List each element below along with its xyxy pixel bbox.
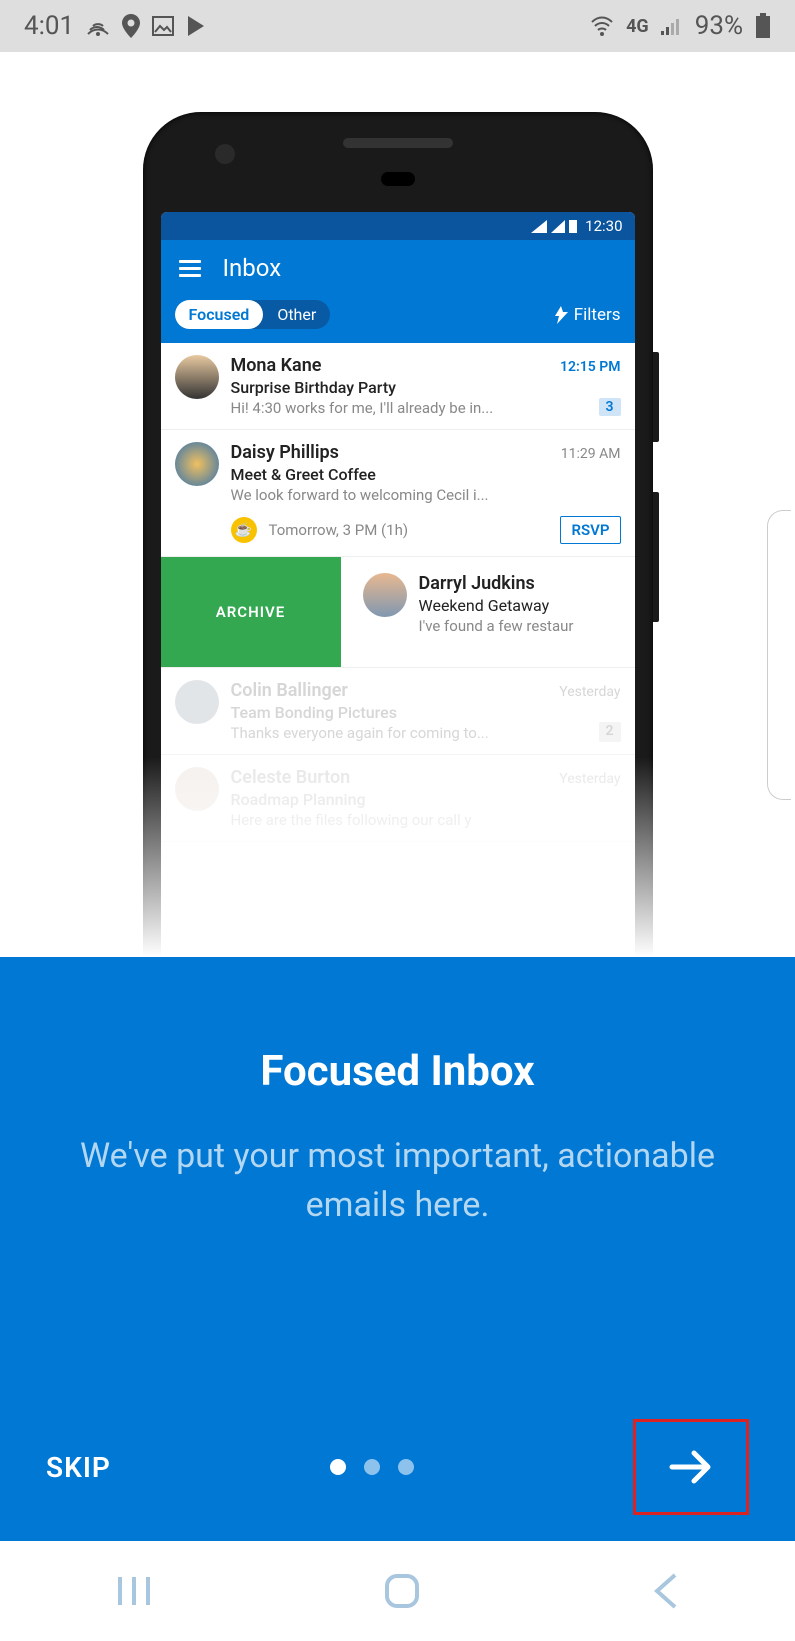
email-time: Yesterday bbox=[559, 684, 620, 700]
onboarding-title: Focused Inbox bbox=[260, 1047, 534, 1096]
archive-action[interactable]: ARCHIVE bbox=[161, 557, 341, 667]
event-time: Tomorrow, 3 PM (1h) bbox=[269, 521, 409, 539]
preview-line: Hi! 4:30 works for me, I'll already be i… bbox=[231, 399, 591, 417]
filters-button[interactable]: Filters bbox=[555, 305, 621, 325]
soft-nav-bar bbox=[0, 1541, 795, 1641]
email-time: Yesterday bbox=[559, 771, 620, 787]
home-button[interactable] bbox=[382, 1571, 422, 1611]
sender: Celeste Burton bbox=[231, 767, 351, 788]
mock-clock: 12:30 bbox=[585, 217, 622, 235]
rsvp-button[interactable]: RSVP bbox=[560, 516, 620, 544]
avatar bbox=[175, 442, 219, 486]
count-badge: 3 bbox=[599, 398, 621, 416]
preview-line: Thanks everyone again for coming to... bbox=[231, 724, 591, 742]
page-dot bbox=[364, 1459, 380, 1475]
hamburger-icon[interactable] bbox=[179, 260, 201, 277]
back-button[interactable] bbox=[651, 1571, 681, 1611]
preview-line: I've found a few restaur bbox=[419, 617, 625, 635]
sender: Daisy Phillips bbox=[231, 442, 339, 463]
image-icon bbox=[152, 16, 174, 36]
preview-line: Here are the files following our call y bbox=[231, 811, 621, 829]
skip-button[interactable]: SKIP bbox=[46, 1451, 111, 1484]
play-store-icon bbox=[186, 15, 206, 37]
email-item[interactable]: Daisy Phillips 11:29 AM Meet & Greet Cof… bbox=[161, 430, 635, 557]
onboarding-panel: Focused Inbox We've put your most import… bbox=[0, 957, 795, 1541]
page-dot bbox=[398, 1459, 414, 1475]
network-type: 4G bbox=[626, 16, 649, 37]
email-item[interactable]: Mona Kane 12:15 PM Surprise Birthday Par… bbox=[161, 343, 635, 430]
page-dot bbox=[330, 1459, 346, 1475]
wifi-icon bbox=[590, 16, 614, 36]
email-time: 12:15 PM bbox=[560, 359, 621, 375]
sender: Mona Kane bbox=[231, 355, 322, 376]
mock-status-bar: 12:30 bbox=[161, 212, 635, 240]
battery-text: 93% bbox=[695, 11, 743, 41]
avatar bbox=[175, 680, 219, 724]
onboarding-preview: 12:30 Inbox Focused Other Filters bbox=[0, 52, 795, 957]
page-indicator bbox=[330, 1459, 414, 1475]
subject: Roadmap Planning bbox=[231, 790, 621, 809]
sender: Darryl Judkins bbox=[419, 573, 625, 594]
email-list[interactable]: Mona Kane 12:15 PM Surprise Birthday Par… bbox=[161, 343, 635, 957]
wifi-calling-icon bbox=[86, 16, 110, 36]
signal-icon bbox=[661, 17, 683, 35]
device-side-panel bbox=[767, 510, 791, 800]
avatar bbox=[175, 767, 219, 811]
count-badge: 2 bbox=[599, 722, 621, 742]
recents-button[interactable] bbox=[114, 1573, 154, 1609]
battery-icon bbox=[755, 13, 771, 39]
inbox-tabs[interactable]: Focused Other bbox=[175, 300, 331, 329]
tab-other[interactable]: Other bbox=[263, 300, 330, 329]
calendar-icon: ☕ bbox=[231, 517, 257, 543]
email-item[interactable]: Celeste Burton Yesterday Roadmap Plannin… bbox=[161, 755, 635, 842]
next-button[interactable] bbox=[633, 1419, 749, 1515]
location-icon bbox=[122, 14, 140, 38]
tab-focused[interactable]: Focused bbox=[175, 300, 264, 329]
clock-text: 4:01 bbox=[24, 11, 74, 41]
avatar bbox=[363, 573, 407, 617]
preview-line: We look forward to welcoming Cecil i... bbox=[231, 486, 621, 504]
avatar bbox=[175, 355, 219, 399]
email-time: 11:29 AM bbox=[561, 446, 621, 462]
email-item-swiped[interactable]: ARCHIVE Darryl Judkins Weekend Getaway I… bbox=[161, 557, 635, 668]
subject: Team Bonding Pictures bbox=[231, 703, 621, 722]
email-item[interactable]: Colin Ballinger Yesterday Team Bonding P… bbox=[161, 668, 635, 755]
phone-mockup: 12:30 Inbox Focused Other Filters bbox=[143, 112, 653, 957]
subject: Surprise Birthday Party bbox=[231, 378, 621, 397]
subject: Meet & Greet Coffee bbox=[231, 465, 621, 484]
inbox-header: Inbox Focused Other Filters bbox=[161, 240, 635, 343]
inbox-title: Inbox bbox=[223, 254, 282, 282]
sender: Colin Ballinger bbox=[231, 680, 348, 701]
onboarding-subtitle: We've put your most important, actionabl… bbox=[40, 1132, 755, 1231]
subject: Weekend Getaway bbox=[419, 596, 625, 615]
device-status-bar: 4:01 4G 93% bbox=[0, 0, 795, 52]
